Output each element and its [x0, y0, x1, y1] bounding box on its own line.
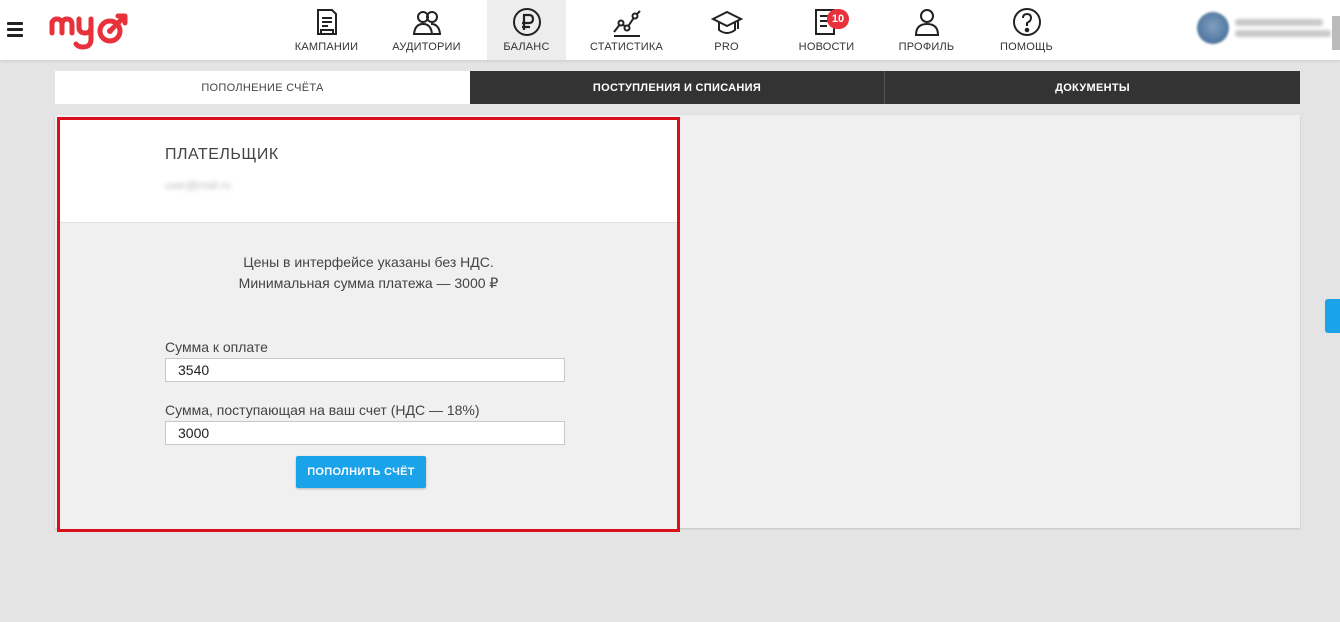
vat-note: Цены в интерфейсе указаны без НДС.: [243, 254, 494, 270]
profile-icon: [914, 9, 939, 36]
net-amount-input[interactable]: 3000: [165, 421, 565, 445]
user-info: [1235, 15, 1331, 41]
feedback-side-tab[interactable]: [1325, 299, 1340, 333]
net-amount-field: Сумма, поступающая на ваш счет (НДС — 18…: [60, 402, 677, 445]
news-count-badge: 10: [827, 9, 849, 29]
payer-title: ПЛАТЕЛЬЩИК: [165, 146, 279, 163]
tab-transactions[interactable]: ПОСТУПЛЕНИЯ И СПИСАНИЯ: [470, 71, 885, 104]
campaigns-icon: [316, 9, 337, 35]
audiences-icon: [412, 11, 441, 35]
min-payment-note: Минимальная сумма платежа — 3000 ₽: [238, 275, 499, 291]
top-bar: КАМПАНИИ АУДИТОРИИ БАЛАНС СТАТИСТИКА PRO: [0, 0, 1340, 60]
payment-form: ПЛАТЕЛЬЩИК user@mail.ru Цены в интерфейс…: [57, 117, 680, 532]
help-icon: [1012, 8, 1041, 36]
user-menu[interactable]: [1197, 12, 1331, 44]
ruble-icon: [512, 8, 541, 36]
payer-email: user@mail.ru: [165, 180, 231, 192]
balance-tabs: ПОПОЛНЕНИЕ СЧЁТА ПОСТУПЛЕНИЯ И СПИСАНИЯ …: [55, 71, 1300, 104]
nav-label: ПОМОЩЬ: [1000, 41, 1053, 53]
top-up-button[interactable]: ПОПОЛНИТЬ СЧЁТ: [296, 456, 426, 488]
tab-top-up[interactable]: ПОПОЛНЕНИЕ СЧЁТА: [55, 71, 470, 104]
menu-icon[interactable]: [7, 22, 23, 37]
top-up-panel: ПЛАТЕЛЬЩИК user@mail.ru Цены в интерфейс…: [55, 115, 1300, 532]
amount-field: Сумма к оплате 3540: [60, 339, 677, 382]
nav-label: БАЛАНС: [503, 41, 550, 53]
price-info: Цены в интерфейсе указаны без НДС. Миним…: [60, 252, 677, 294]
nav-label: СТАТИСТИКА: [590, 41, 663, 53]
nav-audiences[interactable]: АУДИТОРИИ: [387, 0, 466, 60]
amount-label: Сумма к оплате: [165, 339, 268, 355]
nav-label: PRO: [714, 41, 739, 53]
scrollbar[interactable]: [1332, 16, 1340, 50]
nav-campaigns[interactable]: КАМПАНИИ: [287, 0, 366, 60]
nav-label: ПРОФИЛЬ: [898, 41, 955, 53]
tab-documents[interactable]: ДОКУМЕНТЫ: [885, 71, 1300, 104]
nav-news[interactable]: 10 НОВОСТИ: [787, 0, 866, 60]
avatar: [1197, 12, 1229, 44]
nav-label: НОВОСТИ: [798, 41, 855, 53]
nav-statistics[interactable]: СТАТИСТИКА: [587, 0, 666, 60]
nav-balance[interactable]: БАЛАНС: [487, 0, 566, 60]
main-nav: КАМПАНИИ АУДИТОРИИ БАЛАНС СТАТИСТИКА PRO: [287, 0, 1087, 60]
nav-label: КАМПАНИИ: [294, 41, 359, 53]
net-amount-label: Сумма, поступающая на ваш счет (НДС — 18…: [165, 402, 480, 418]
nav-help[interactable]: ПОМОЩЬ: [987, 0, 1066, 60]
amount-input[interactable]: 3540: [165, 358, 565, 382]
nav-label: АУДИТОРИИ: [392, 41, 461, 53]
nav-pro[interactable]: PRO: [687, 0, 766, 60]
graduation-cap-icon: [710, 10, 743, 34]
payer-section: ПЛАТЕЛЬЩИК user@mail.ru: [60, 120, 677, 223]
statistics-icon: [612, 10, 641, 37]
nav-profile[interactable]: ПРОФИЛЬ: [887, 0, 966, 60]
mytarget-logo[interactable]: [48, 5, 130, 53]
